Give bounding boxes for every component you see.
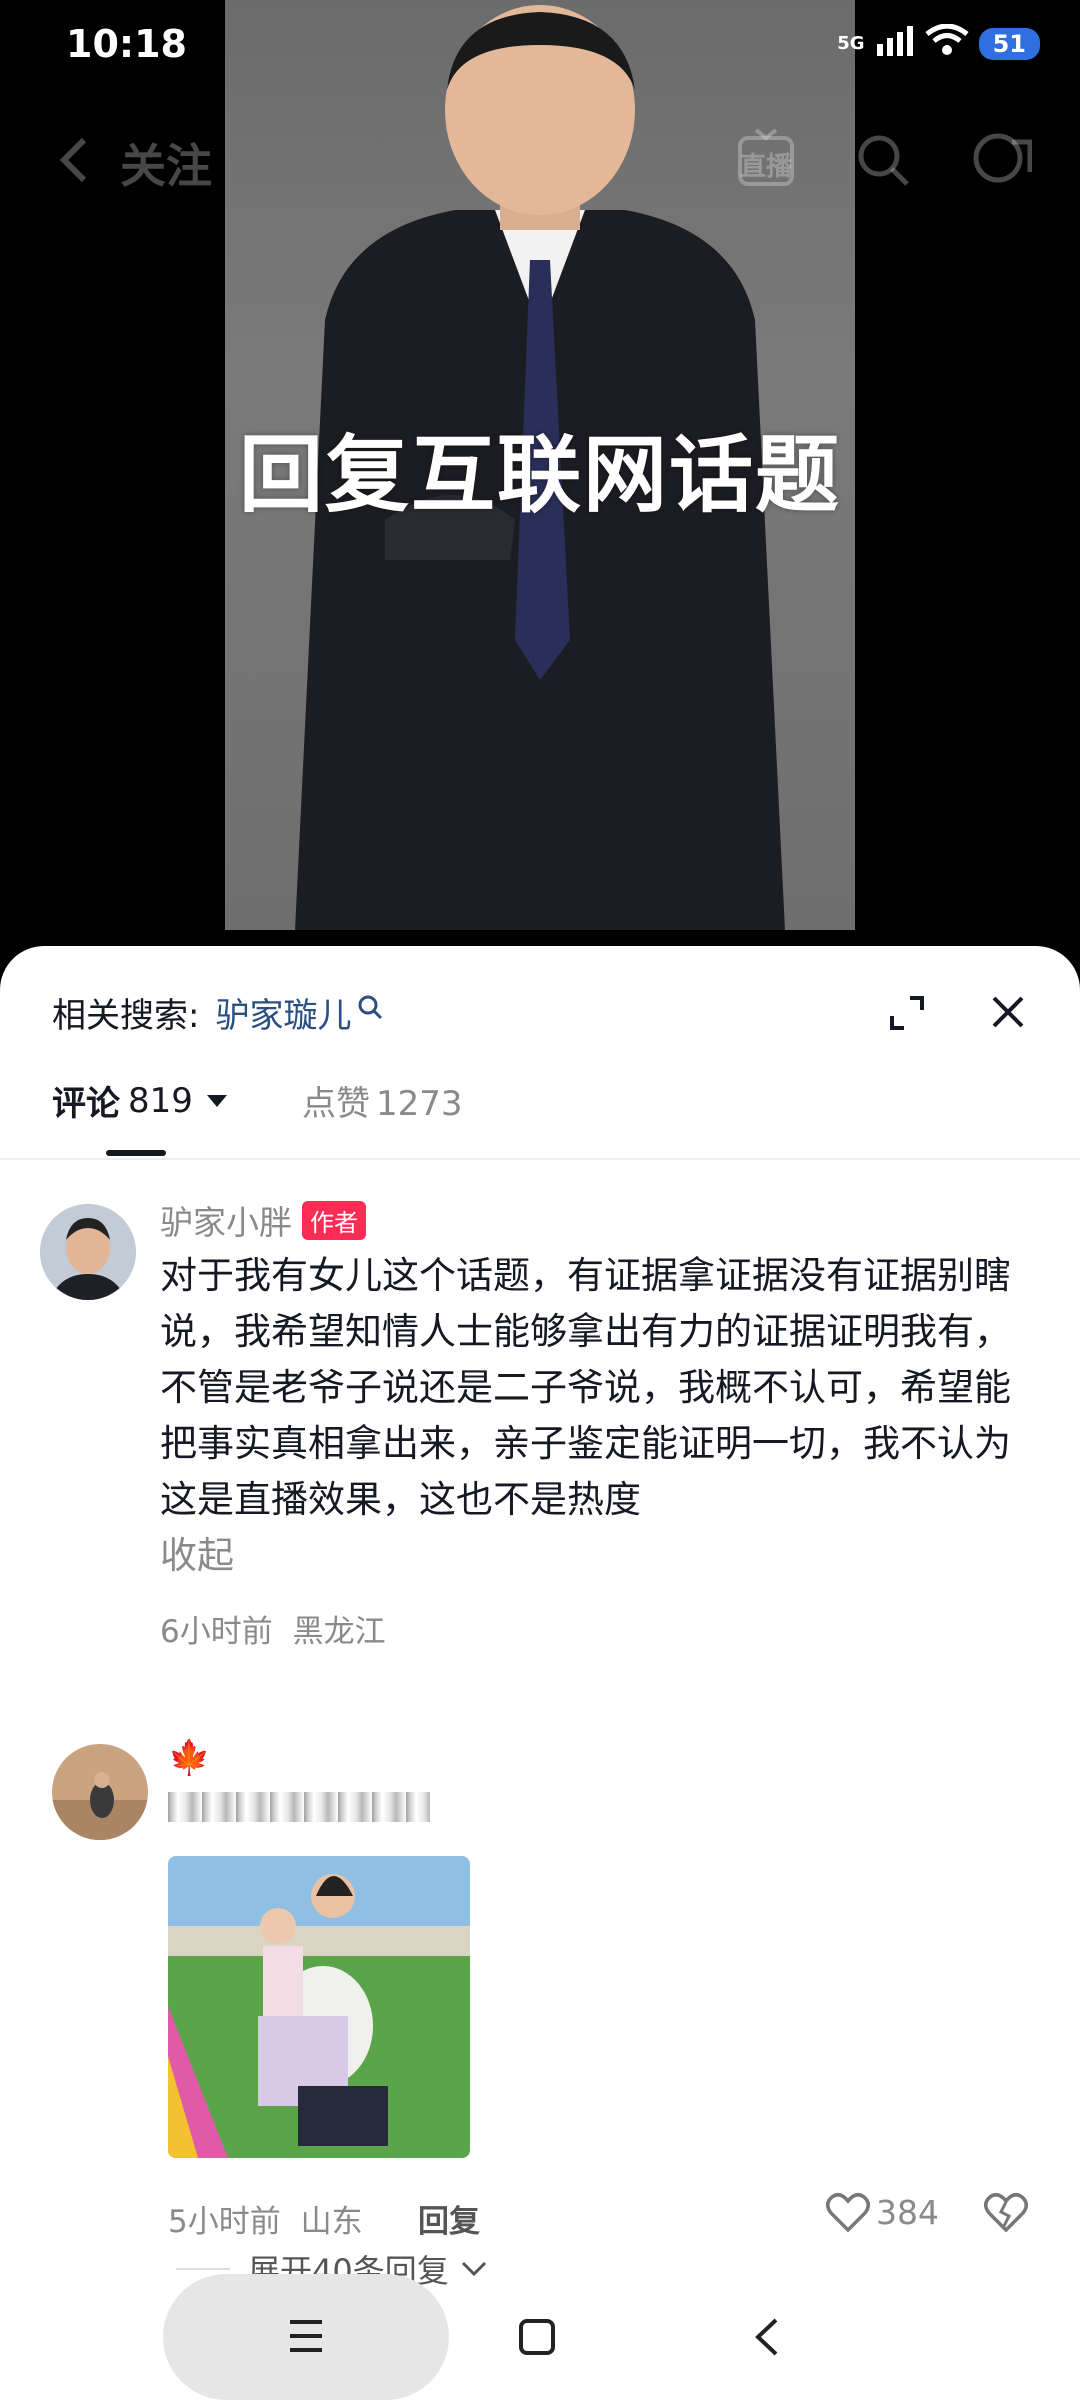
expand-divider (176, 2268, 230, 2270)
avatar[interactable] (40, 1204, 136, 1300)
comment-meta: 5小时前 山东 (168, 2196, 363, 2241)
status-icons: 5G 51 (837, 23, 1040, 63)
tab-likes-label: 点赞 (302, 1084, 370, 1124)
menu-icon (290, 2320, 322, 2352)
comment-username[interactable]: 🍁 (168, 1738, 210, 1778)
chevron-down-icon (461, 2261, 486, 2277)
battery-indicator: 51 (978, 27, 1040, 60)
search-icon (858, 135, 909, 186)
comment-header: 驴家小胖 作者 (160, 1196, 366, 1244)
tab-comments-count: 819 (128, 1080, 193, 1121)
comment-meta: 6小时前 黑龙江 (160, 1606, 386, 1651)
collapse-button[interactable]: 收起 (160, 1528, 234, 1584)
search-button[interactable] (855, 132, 911, 192)
live-label: 直播 (740, 152, 793, 182)
comment-location: 山东 (300, 2204, 363, 2240)
like-count: 384 (876, 2192, 939, 2232)
comment-image[interactable] (168, 1856, 470, 2158)
comment-sheet: 相关搜索: 驴家璇儿 评论 819 点赞 1273 驴家小胖 作者 对于我有女儿这… (0, 946, 1080, 2400)
tab-likes-count: 1273 (376, 1084, 463, 1124)
network-label: 5G (837, 33, 865, 54)
chevron-left-icon (755, 2318, 778, 2356)
dropdown-icon (206, 1094, 227, 1107)
dislike-button[interactable] (984, 2192, 1028, 2236)
close-icon (992, 996, 1024, 1028)
tab-likes[interactable]: 点赞 1273 (302, 1076, 463, 1125)
close-sheet-button[interactable] (990, 994, 1026, 1034)
message-button[interactable] (968, 132, 1033, 192)
chevron-left-icon (59, 137, 87, 183)
video-player[interactable]: 10:18 5G 51 关注 直播 回复互联网话题 (0, 0, 1080, 955)
tabs-divider (0, 1158, 1080, 1160)
broken-heart-icon (984, 2193, 1028, 2233)
heart-icon (826, 2193, 870, 2232)
wifi-icon (925, 23, 969, 63)
live-button[interactable]: 直播 (738, 128, 794, 192)
expand-icon (890, 996, 924, 1030)
follow-tab[interactable]: 关注 (120, 130, 212, 196)
top-nav: 关注 直播 (0, 128, 1080, 198)
avatar[interactable] (52, 1744, 148, 1840)
comment-location: 黑龙江 (292, 1614, 386, 1650)
back-button[interactable] (56, 134, 90, 199)
search-icon (358, 995, 383, 1020)
signal-icon (875, 24, 915, 63)
reply-button[interactable]: 回复 (418, 2196, 480, 2241)
comment-text[interactable]: 对于我有女儿这个话题，有证据拿证据没有证据别瞎说，我希望知情人士能够拿出有力的证… (160, 1248, 1030, 1528)
expand-sheet-button[interactable] (888, 994, 926, 1036)
home-icon (519, 2319, 555, 2355)
status-time: 10:18 (66, 22, 187, 66)
video-caption: 回复互联网话题 (238, 426, 841, 524)
tab-comments-label: 评论 (52, 1084, 120, 1124)
message-icon (973, 133, 1033, 183)
home-nav-button[interactable] (518, 2318, 556, 2360)
related-search-label: 相关搜索: (52, 995, 200, 1036)
like-button[interactable]: 384 (826, 2192, 939, 2232)
comment-time: 6小时前 (160, 1614, 273, 1650)
menu-nav-button[interactable] (286, 2316, 326, 2360)
comment-text-blurred (168, 1792, 430, 1822)
tab-comments-indicator (106, 1150, 166, 1156)
comment-username[interactable]: 驴家小胖 (160, 1196, 292, 1244)
related-search-row[interactable]: 相关搜索: 驴家璇儿 (52, 982, 383, 1042)
tab-comments[interactable]: 评论 819 (52, 1076, 229, 1125)
author-badge: 作者 (302, 1200, 366, 1240)
related-search-term[interactable]: 驴家璇儿 (215, 988, 351, 1037)
comment-time: 5小时前 (168, 2204, 281, 2240)
back-nav-button[interactable] (752, 2316, 782, 2362)
